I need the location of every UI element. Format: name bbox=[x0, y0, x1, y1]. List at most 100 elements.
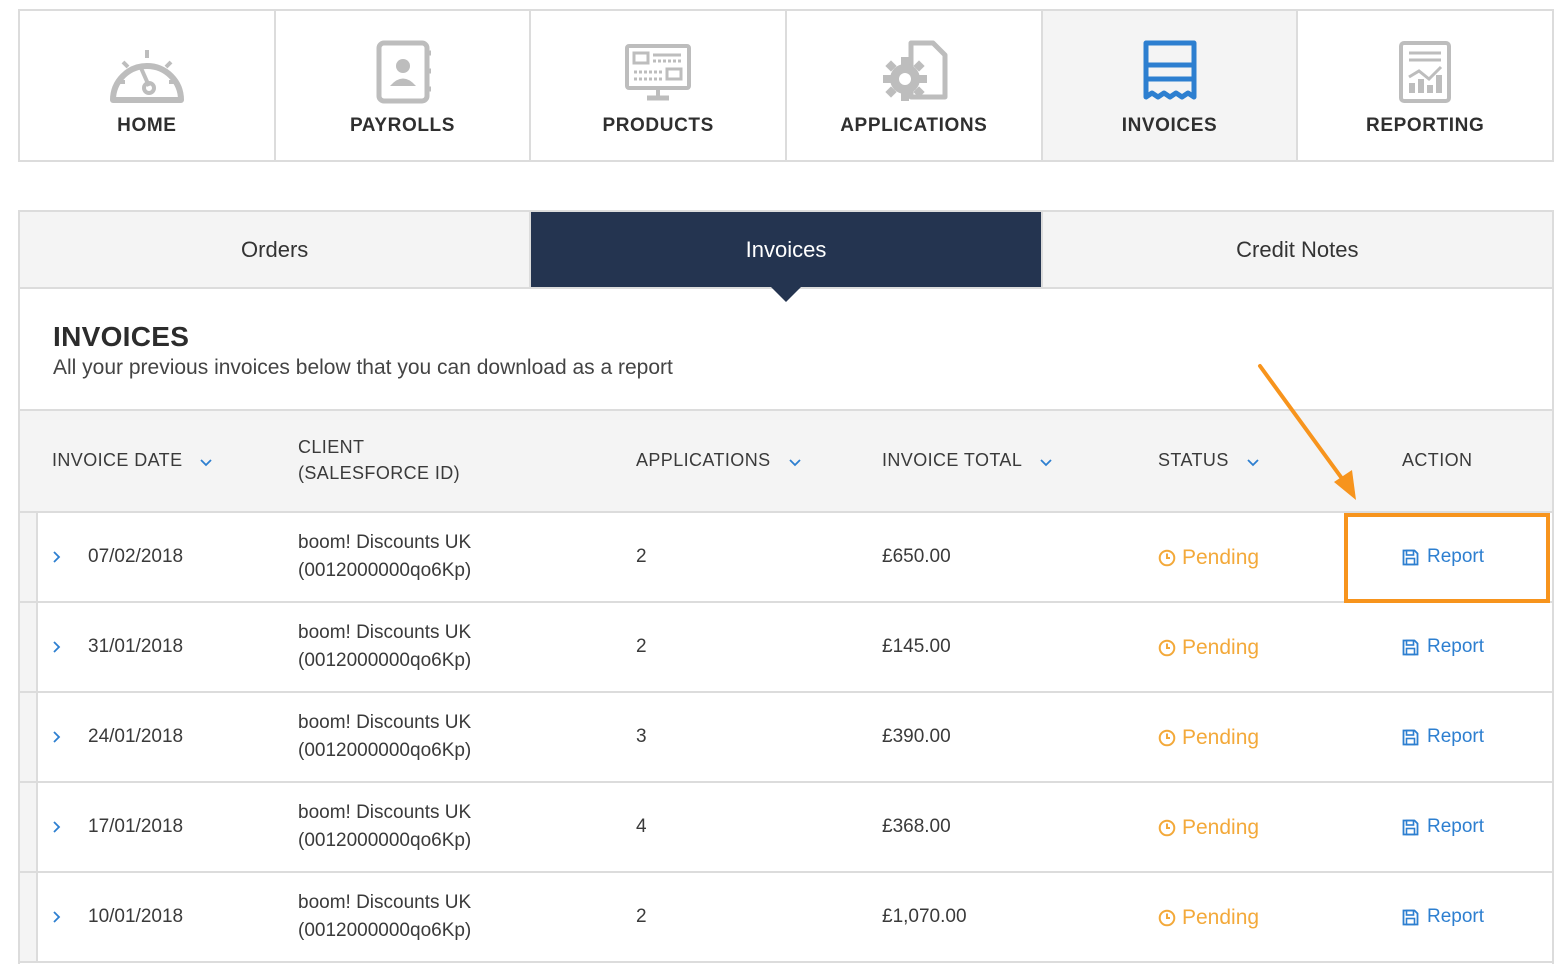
client-salesforce-id: (0012000000qo6Kp) bbox=[298, 560, 472, 581]
nav-item-invoices[interactable]: INVOICES bbox=[1042, 11, 1299, 160]
invoice-total: £1,070.00 bbox=[882, 906, 967, 927]
column-client: CLIENT (SALESFORCE ID) bbox=[298, 434, 460, 486]
main-navigation: HOME PAYROLLS PRODUCTS APPLICATIONS INVO… bbox=[18, 9, 1554, 162]
column-invoice-date[interactable]: INVOICE DATE bbox=[52, 447, 213, 474]
table-row[interactable]: 07/02/2018 boom! Discounts UK (001200000… bbox=[20, 513, 1552, 603]
column-applications[interactable]: APPLICATIONS bbox=[636, 447, 801, 474]
nav-item-reporting[interactable]: REPORTING bbox=[1298, 11, 1552, 160]
table-row[interactable]: 17/01/2018 boom! Discounts UK (001200000… bbox=[20, 783, 1552, 873]
tab-credit-notes[interactable]: Credit Notes bbox=[1043, 212, 1552, 287]
report-download-link[interactable]: Report bbox=[1402, 813, 1484, 841]
chevron-right-icon[interactable] bbox=[50, 637, 64, 657]
status-badge: Pending bbox=[1158, 544, 1259, 572]
report-label: Report bbox=[1427, 726, 1485, 747]
chevron-right-icon[interactable] bbox=[50, 907, 64, 927]
applications-count: 2 bbox=[636, 636, 647, 657]
nav-label: PRODUCTS bbox=[602, 115, 714, 136]
save-disk-icon bbox=[1402, 729, 1419, 745]
report-label: Report bbox=[1427, 546, 1485, 567]
client-cell: boom! Discounts UK (0012000000qo6Kp) bbox=[298, 619, 471, 675]
column-label: (SALESFORCE ID) bbox=[298, 463, 461, 483]
status-text: Pending bbox=[1182, 816, 1260, 839]
table-body: 07/02/2018 boom! Discounts UK (001200000… bbox=[20, 513, 1552, 963]
invoice-date: 31/01/2018 bbox=[88, 636, 184, 657]
column-label: APPLICATIONS bbox=[636, 450, 771, 470]
clock-icon bbox=[1158, 729, 1176, 747]
section-header: INVOICES All your previous invoices belo… bbox=[20, 289, 1552, 411]
invoice-date: 10/01/2018 bbox=[88, 906, 184, 927]
client-name: boom! Discounts UK bbox=[298, 622, 472, 643]
applications-count: 2 bbox=[636, 906, 647, 927]
report-label: Report bbox=[1427, 636, 1485, 657]
column-label: INVOICE DATE bbox=[52, 450, 183, 470]
status-text: Pending bbox=[1182, 726, 1260, 749]
chevron-right-icon[interactable] bbox=[50, 727, 64, 747]
dashboard-gauge-icon bbox=[106, 37, 188, 107]
report-chart-icon bbox=[1384, 37, 1466, 107]
applications-count: 4 bbox=[636, 816, 647, 837]
clock-icon bbox=[1158, 909, 1176, 927]
nav-item-products[interactable]: PRODUCTS bbox=[531, 11, 788, 160]
column-status[interactable]: STATUS bbox=[1158, 447, 1259, 474]
invoice-date: 17/01/2018 bbox=[88, 816, 184, 837]
client-name: boom! Discounts UK bbox=[298, 802, 472, 823]
table-header: INVOICE DATE CLIENT (SALESFORCE ID) APPL… bbox=[20, 411, 1552, 513]
chevron-down-icon bbox=[200, 448, 213, 474]
report-download-link[interactable]: Report bbox=[1402, 633, 1484, 661]
nav-item-applications[interactable]: APPLICATIONS bbox=[787, 11, 1043, 160]
chevron-right-icon[interactable] bbox=[50, 547, 64, 567]
clock-icon bbox=[1158, 639, 1176, 657]
nav-label: APPLICATIONS bbox=[840, 115, 988, 136]
report-download-link[interactable]: Report bbox=[1402, 903, 1484, 931]
client-name: boom! Discounts UK bbox=[298, 712, 472, 733]
column-label: CLIENT bbox=[298, 437, 365, 457]
applications-count: 3 bbox=[636, 726, 647, 747]
status-text: Pending bbox=[1182, 546, 1260, 569]
invoice-total: £650.00 bbox=[882, 546, 951, 567]
client-salesforce-id: (0012000000qo6Kp) bbox=[298, 920, 472, 941]
page-title: INVOICES bbox=[53, 321, 190, 352]
client-name: boom! Discounts UK bbox=[298, 892, 472, 913]
client-cell: boom! Discounts UK (0012000000qo6Kp) bbox=[298, 709, 471, 765]
column-label: STATUS bbox=[1158, 450, 1229, 470]
save-disk-icon bbox=[1402, 549, 1419, 565]
column-action: ACTION bbox=[1402, 450, 1473, 470]
save-disk-icon bbox=[1402, 819, 1419, 835]
tab-orders[interactable]: Orders bbox=[20, 212, 532, 287]
tab-invoices[interactable]: Invoices bbox=[531, 212, 1043, 302]
status-badge: Pending bbox=[1158, 904, 1259, 932]
report-download-link[interactable]: Report bbox=[1402, 723, 1484, 751]
contact-book-icon bbox=[362, 37, 444, 107]
save-disk-icon bbox=[1402, 909, 1419, 925]
nav-label: REPORTING bbox=[1366, 115, 1485, 136]
nav-item-payrolls[interactable]: PAYROLLS bbox=[276, 11, 532, 160]
invoices-panel: Orders Invoices Credit Notes INVOICES Al… bbox=[18, 210, 1554, 964]
invoice-total: £368.00 bbox=[882, 816, 951, 837]
client-cell: boom! Discounts UK (0012000000qo6Kp) bbox=[298, 799, 471, 855]
column-label: INVOICE TOTAL bbox=[882, 450, 1023, 470]
nav-item-home[interactable]: HOME bbox=[20, 11, 276, 160]
status-text: Pending bbox=[1182, 636, 1260, 659]
invoice-total: £390.00 bbox=[882, 726, 951, 747]
report-label: Report bbox=[1427, 816, 1485, 837]
nav-label: HOME bbox=[117, 115, 177, 136]
table-row[interactable]: 10/01/2018 boom! Discounts UK (001200000… bbox=[20, 873, 1552, 963]
table-row[interactable]: 31/01/2018 boom! Discounts UK (001200000… bbox=[20, 603, 1552, 693]
invoice-date: 07/02/2018 bbox=[88, 546, 184, 567]
status-badge: Pending bbox=[1158, 634, 1259, 662]
client-salesforce-id: (0012000000qo6Kp) bbox=[298, 830, 472, 851]
invoice-total: £145.00 bbox=[882, 636, 951, 657]
client-salesforce-id: (0012000000qo6Kp) bbox=[298, 740, 472, 761]
chevron-down-icon bbox=[1040, 448, 1052, 474]
nav-label: INVOICES bbox=[1121, 115, 1218, 136]
chevron-right-icon[interactable] bbox=[50, 817, 64, 837]
table-row[interactable]: 24/01/2018 boom! Discounts UK (001200000… bbox=[20, 693, 1552, 783]
gear-document-icon bbox=[873, 37, 955, 107]
client-name: boom! Discounts UK bbox=[298, 532, 472, 553]
chevron-down-icon bbox=[788, 448, 801, 474]
save-disk-icon bbox=[1402, 639, 1419, 655]
clock-icon bbox=[1158, 819, 1176, 837]
report-download-link[interactable]: Report bbox=[1402, 543, 1484, 571]
report-label: Report bbox=[1427, 906, 1485, 927]
column-invoice-total[interactable]: INVOICE TOTAL bbox=[882, 447, 1052, 474]
